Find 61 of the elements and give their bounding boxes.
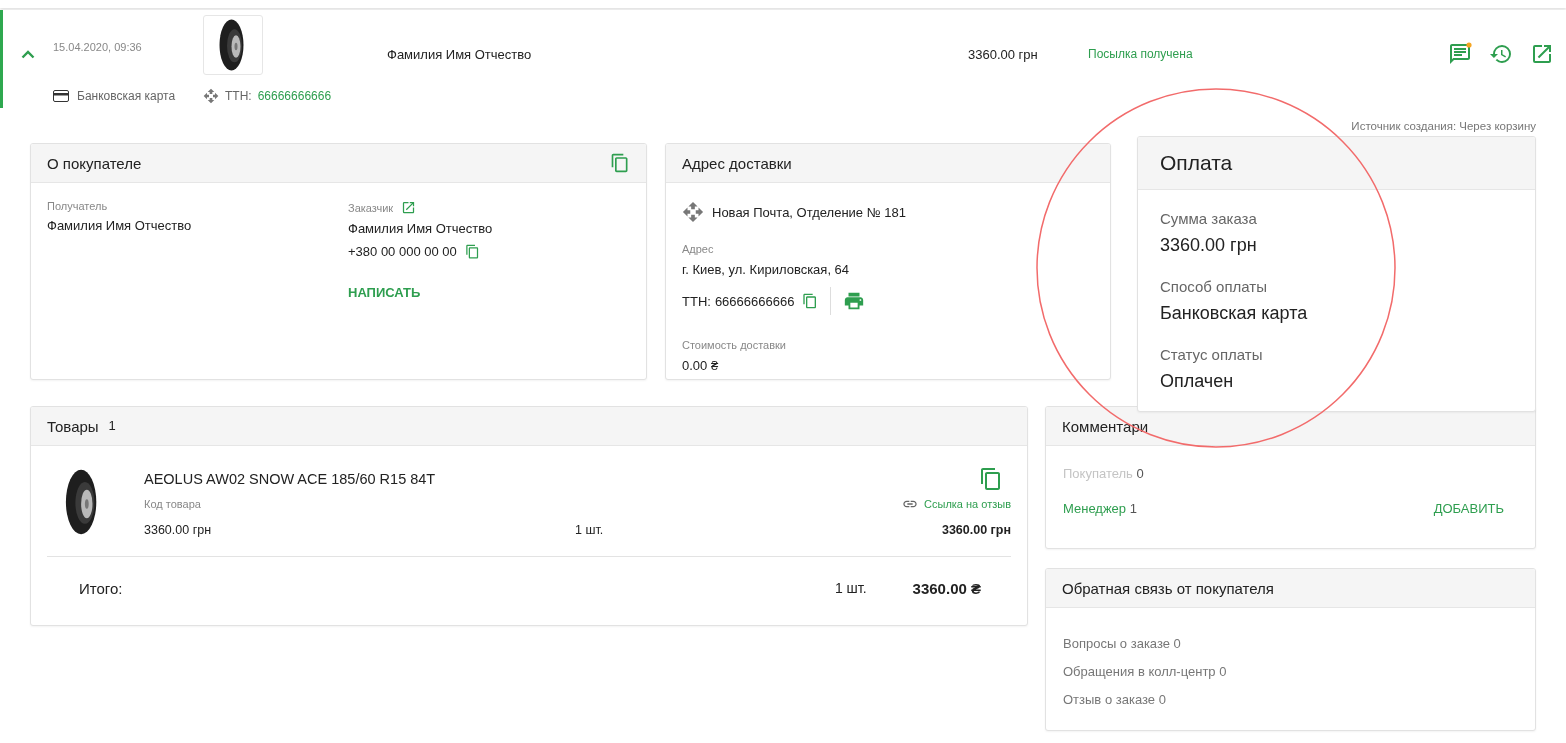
field-value: 3360.00 грн bbox=[1160, 235, 1257, 256]
product-thumbnail bbox=[203, 15, 263, 75]
card-title: Обратная связь от покупателя bbox=[1062, 579, 1274, 597]
product-name: AEOLUS AW02 SNOW ACE 185/60 R15 84T bbox=[144, 470, 437, 487]
customer-name: Фамилия Имя Отчество bbox=[387, 46, 532, 62]
carrier-branch: Новая Почта, Отделение № 181 bbox=[712, 204, 906, 220]
move-arrows-icon bbox=[203, 88, 219, 104]
copy-icon[interactable] bbox=[979, 466, 1003, 491]
card-title: Товары bbox=[47, 417, 99, 435]
delivery-address: г. Киев, ул. Кириловская, 64 bbox=[682, 262, 851, 277]
move-arrows-icon bbox=[682, 201, 704, 223]
copy-icon[interactable] bbox=[610, 153, 630, 173]
field-label: Получатель bbox=[47, 200, 108, 212]
product-code-label: Код товара bbox=[144, 498, 202, 510]
comment-tab[interactable]: Менеджер 1 bbox=[1063, 501, 1137, 516]
unit-price: 3360.00 грн bbox=[144, 523, 213, 538]
history-icon[interactable] bbox=[1489, 42, 1513, 66]
customer-name: Фамилия Имя Отчество bbox=[348, 221, 493, 236]
feedback-count: Отзыв о заказе 0 bbox=[1063, 692, 1167, 707]
field-label: Заказчик bbox=[348, 201, 394, 214]
field-value: Оплачен bbox=[1160, 371, 1234, 392]
field-label: Статус оплаты bbox=[1160, 346, 1263, 363]
copy-icon[interactable] bbox=[802, 293, 819, 309]
comments-icon[interactable] bbox=[1448, 42, 1472, 66]
write-button[interactable]: НАПИСАТЬ bbox=[348, 281, 421, 304]
ttn-label: ТТН: bbox=[682, 293, 711, 309]
field-value: Банковская карта bbox=[1160, 303, 1308, 324]
chevron-up-icon[interactable] bbox=[21, 49, 35, 59]
field-label: Стоимость доставки bbox=[682, 339, 787, 351]
quantity: 1 шт. bbox=[575, 523, 605, 538]
order-date: 15.04.2020, 09:36 bbox=[53, 41, 142, 53]
order-status: Посылка получена bbox=[1088, 47, 1193, 61]
item-count: 1 bbox=[108, 417, 116, 435]
feedback-count: Обращения в колл-центр 0 bbox=[1063, 664, 1228, 679]
field-label: Способ оплаты bbox=[1160, 278, 1267, 295]
external-link-icon[interactable] bbox=[401, 200, 417, 215]
field-label: Адрес bbox=[682, 243, 715, 255]
ttn-label: ТТН: bbox=[225, 89, 252, 103]
ttn-link[interactable]: 66666666666 bbox=[257, 89, 332, 103]
card-title: Оплата bbox=[1160, 151, 1233, 175]
creation-source: Источник создания: Через корзину bbox=[1351, 120, 1536, 132]
line-total: 3360.00 грн bbox=[941, 523, 1011, 538]
total-quantity: 1 шт. bbox=[834, 580, 867, 596]
card-title: Адрес доставки bbox=[682, 154, 792, 172]
total-label: Итого: bbox=[79, 579, 124, 597]
add-button[interactable]: ДОБАВИТЬ bbox=[1433, 497, 1504, 520]
copy-icon[interactable] bbox=[464, 244, 480, 259]
ttn-number: 66666666666 bbox=[714, 293, 795, 309]
total-sum: 3360.00 ₴ bbox=[912, 579, 981, 597]
phone-number: +380 00 000 00 00 bbox=[348, 244, 457, 259]
payment-method: Банковская карта bbox=[77, 89, 176, 103]
recipient-name: Фамилия Имя Отчество bbox=[47, 218, 192, 233]
feedback-count: Вопросы о заказе 0 bbox=[1063, 636, 1182, 651]
card-title: О покупателе bbox=[47, 154, 142, 172]
order-total: 3360.00 грн bbox=[968, 46, 1038, 62]
external-link-icon[interactable] bbox=[1530, 42, 1554, 66]
review-link[interactable]: Ссылка на отзыв bbox=[902, 496, 1011, 512]
field-label: Сумма заказа bbox=[1160, 210, 1257, 227]
delivery-cost: 0.00 ₴ bbox=[682, 358, 720, 373]
credit-card-icon bbox=[53, 90, 69, 102]
printer-icon[interactable] bbox=[843, 290, 866, 312]
